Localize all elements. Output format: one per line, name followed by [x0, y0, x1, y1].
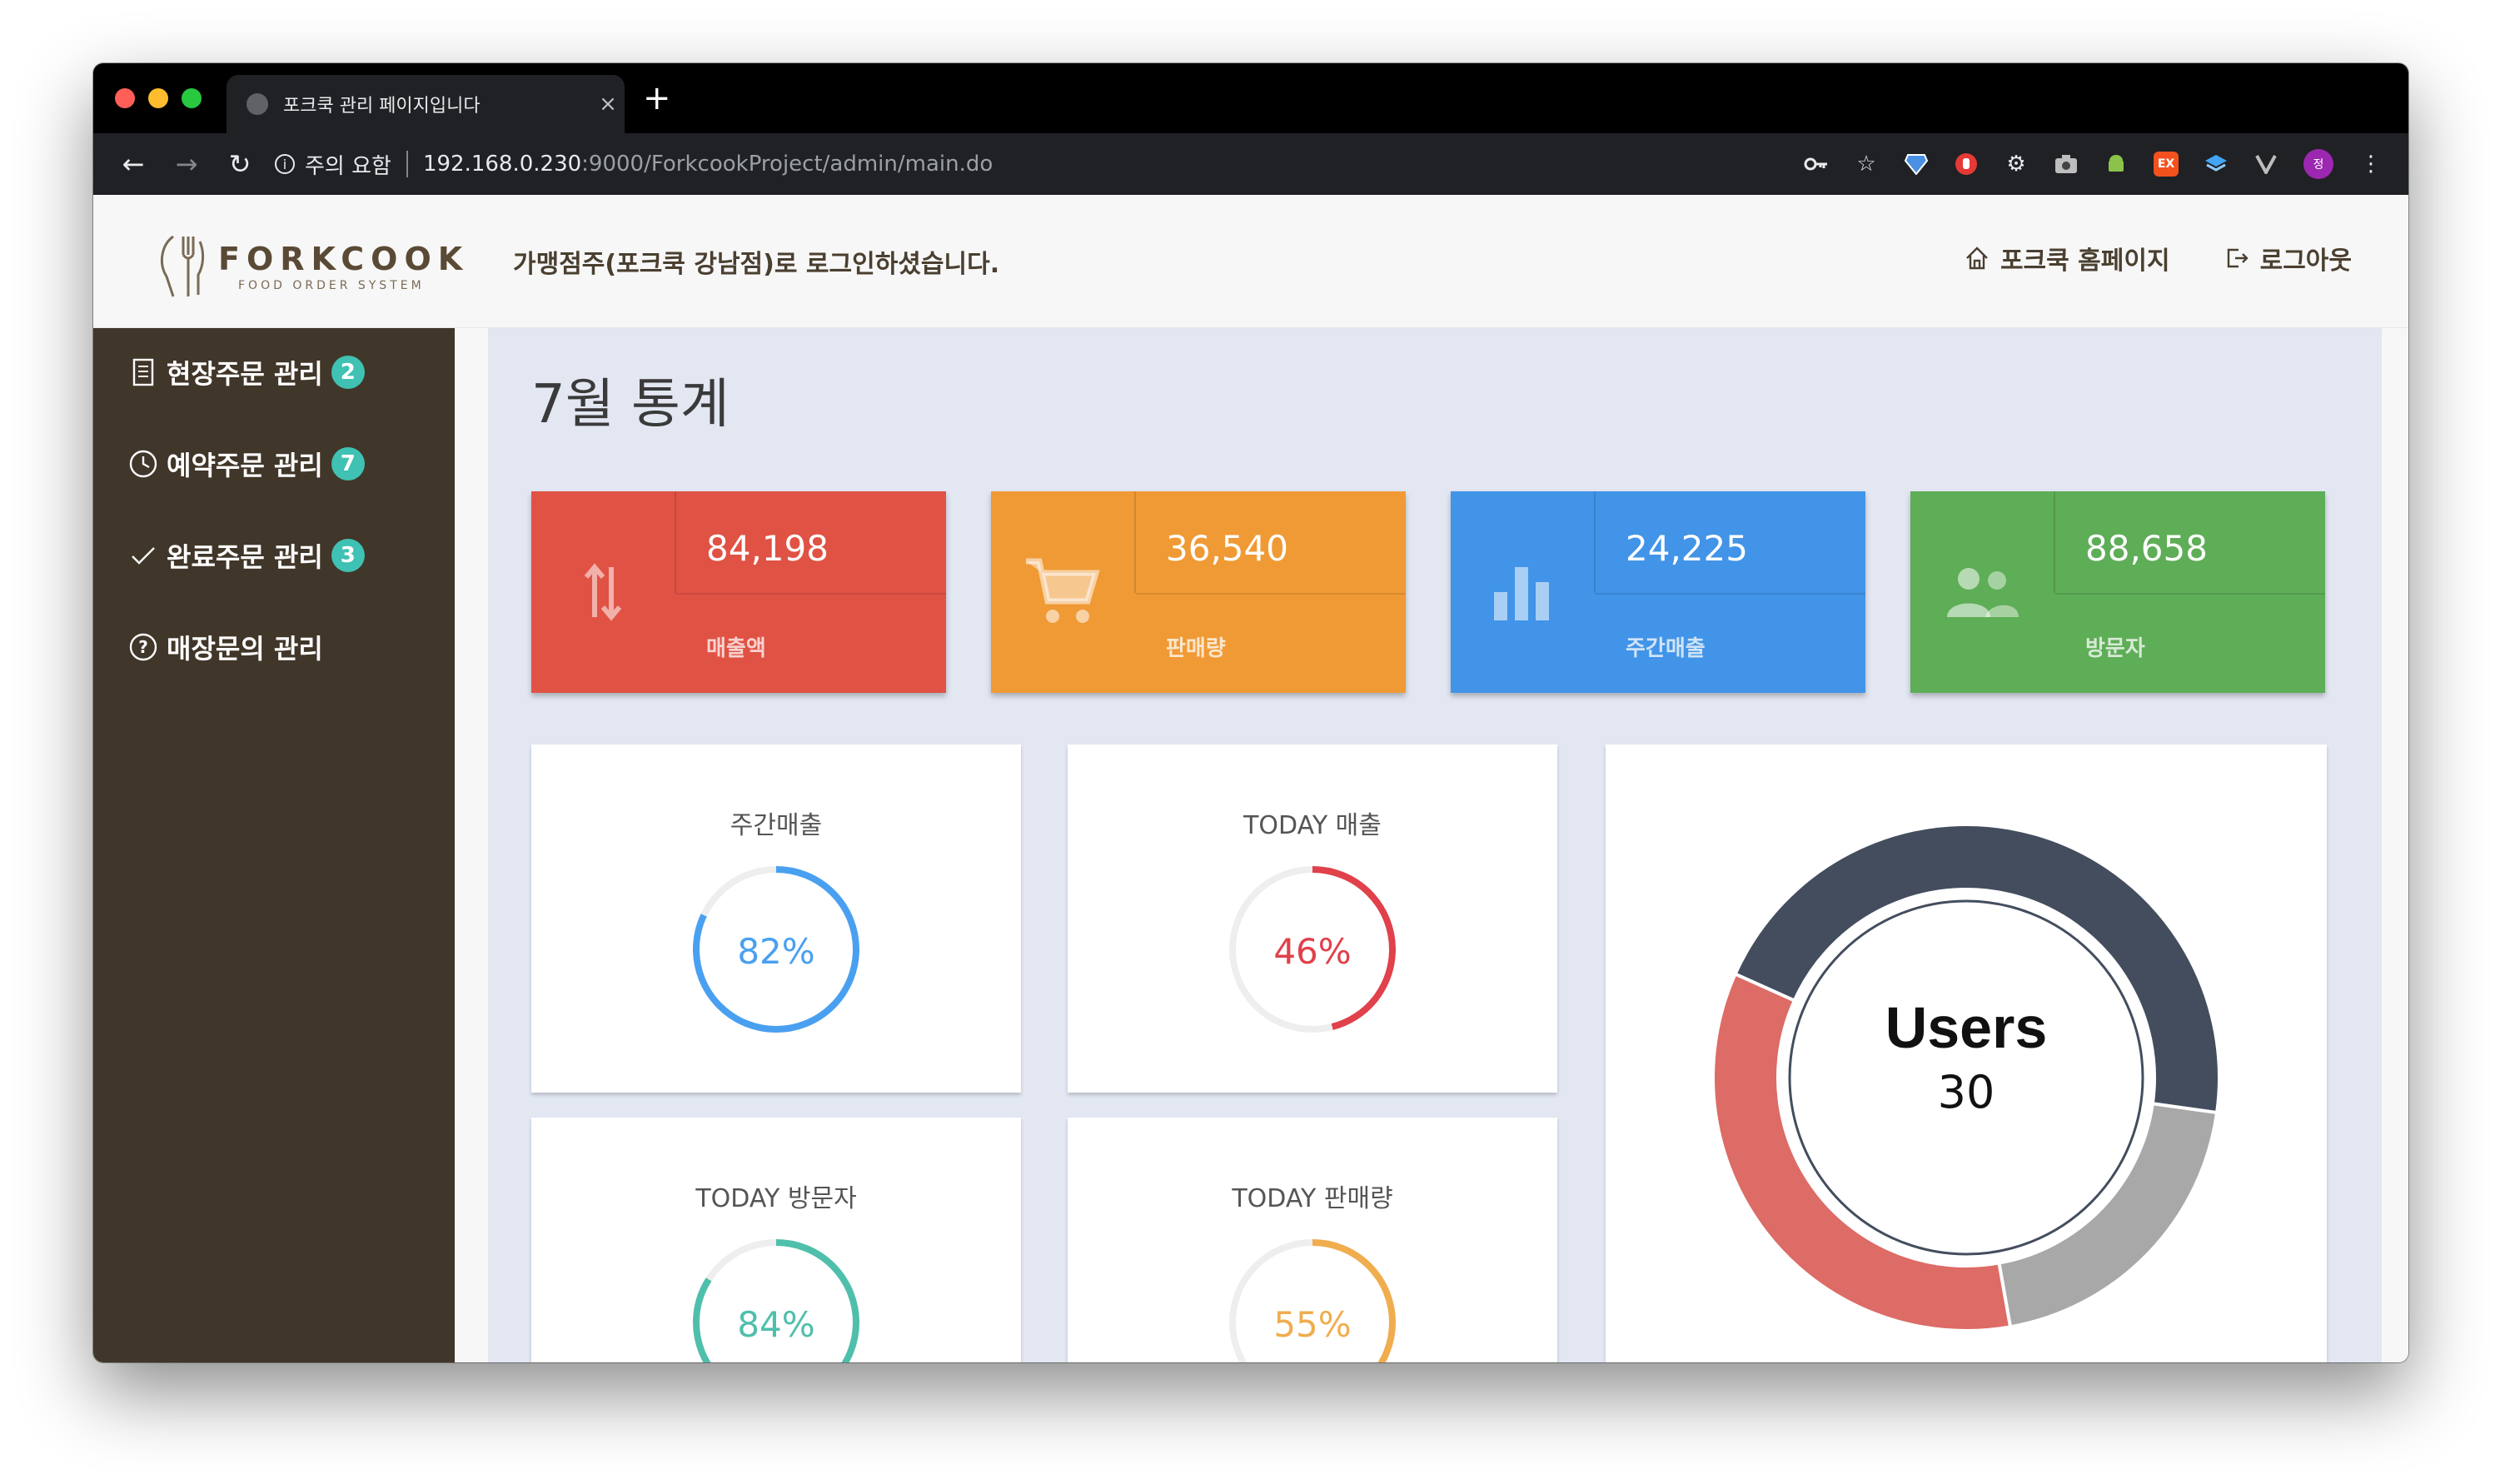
- sidebar-item-label: 완료주문 관리: [167, 541, 323, 573]
- count-badge: 3: [331, 539, 365, 572]
- page: FORKCOOK FOOD ORDER SYSTEM 가맹점주(포크쿡 강남점)…: [93, 195, 2408, 1362]
- stat-value: 24,225: [1626, 528, 1748, 569]
- clock-icon: [128, 449, 158, 479]
- tab-bar: 포크쿡 관리 페이지입니다 × +: [93, 63, 2408, 133]
- tab-title: 포크쿡 관리 페이지입니다: [283, 96, 481, 117]
- android-extension-icon[interactable]: [2104, 152, 2129, 177]
- browser-window: 포크쿡 관리 페이지입니다 × + ← → ↻ i 주의 요함 192.168.…: [93, 63, 2408, 1362]
- users-label: Users: [1885, 995, 2048, 1060]
- arrows-updown-icon: [531, 491, 675, 693]
- logout-link-label: 로그아웃: [2259, 247, 2352, 276]
- cart-icon: [991, 491, 1134, 693]
- sidebar-item-onsite-orders[interactable]: 현장주문 관리 2: [128, 353, 365, 391]
- gauge-title: 주간매출: [730, 811, 823, 840]
- login-message: 가맹점주(포크쿡 강남점)로 로그인하셨습니다.: [513, 250, 1000, 279]
- stat-card-sales-amount[interactable]: 84,198 매출액: [531, 491, 946, 693]
- profile-avatar[interactable]: 정: [2303, 149, 2333, 179]
- back-arrow-icon[interactable]: ←: [107, 148, 160, 180]
- gear-extension-icon[interactable]: ⚙: [2004, 152, 2029, 177]
- users-count: 30: [1937, 1066, 1995, 1118]
- ex-extension-icon[interactable]: EX: [2154, 152, 2179, 177]
- security-label: 주의 요함: [305, 153, 391, 179]
- gauge-title: TODAY 판매량: [1232, 1184, 1393, 1213]
- sidebar-item-label: 예약주문 관리: [167, 450, 323, 481]
- question-icon: ?: [128, 632, 158, 662]
- forkcook-logo[interactable]: FORKCOOK FOOD ORDER SYSTEM: [155, 233, 469, 300]
- browser-toolbar: ← → ↻ i 주의 요함 192.168.0.230:9000/Forkcoo…: [93, 133, 2408, 195]
- stat-card-visitors[interactable]: 88,658 방문자: [1910, 491, 2325, 693]
- browser-tab[interactable]: 포크쿡 관리 페이지입니다 ×: [227, 75, 625, 133]
- count-badge: 7: [331, 447, 365, 481]
- url-host: 192.168.0.230: [422, 152, 582, 177]
- address-bar[interactable]: i 주의 요함 192.168.0.230:9000/ForkcookProje…: [275, 141, 993, 187]
- sidebar-item-completed-orders[interactable]: 완료주문 관리 3: [128, 536, 365, 575]
- header-links: 포크쿡 홈페이지 로그아웃: [1964, 240, 2352, 276]
- hand-extension-icon[interactable]: [1954, 152, 1979, 177]
- count-badge: 2: [331, 356, 365, 389]
- homepage-link[interactable]: 포크쿡 홈페이지: [1964, 240, 2170, 276]
- sidebar-item-reservation-orders[interactable]: 예약주문 관리 7: [128, 445, 365, 483]
- maximize-window-button[interactable]: [182, 88, 202, 108]
- stat-label: 판매량: [1166, 636, 1226, 661]
- minimize-window-button[interactable]: [148, 88, 168, 108]
- gauge-card-today-sales: TODAY 매출 46%: [1068, 744, 1557, 1093]
- star-icon[interactable]: ☆: [1854, 152, 1879, 177]
- sidebar-item-label: 현장주문 관리: [167, 358, 323, 390]
- fork-logo-icon: [160, 235, 205, 297]
- stat-label: 주간매출: [1626, 636, 1706, 661]
- gauge-percent: 82%: [737, 931, 815, 972]
- info-icon[interactable]: i: [275, 154, 295, 174]
- site-header: FORKCOOK FOOD ORDER SYSTEM 가맹점주(포크쿡 강남점)…: [93, 195, 2408, 328]
- document-icon: [128, 357, 158, 387]
- sidebar: 현장주문 관리 2 예약주문 관리 7 완료주문 관리 3 ? 매장문의 관리: [93, 328, 455, 1362]
- gauge-card-today-visitors: TODAY 방문자 84%: [531, 1118, 1021, 1362]
- gauge-percent: 84%: [737, 1304, 815, 1345]
- users-donut-card: Users 30: [1606, 744, 2327, 1362]
- homepage-link-label: 포크쿡 홈페이지: [2000, 247, 2170, 276]
- url-path: :9000/ForkcookProject/admin/main.do: [581, 152, 994, 177]
- diamond-extension-icon[interactable]: [1904, 152, 1929, 177]
- check-icon: [128, 540, 158, 570]
- v-extension-icon[interactable]: [2253, 152, 2278, 177]
- bar-chart-icon: [1451, 491, 1594, 693]
- reload-icon[interactable]: ↻: [213, 148, 266, 180]
- logo-name: FORKCOOK: [218, 241, 470, 277]
- gauge-title: TODAY 방문자: [695, 1184, 857, 1213]
- stat-label: 매출액: [706, 636, 766, 661]
- tab-close-icon[interactable]: ×: [591, 92, 625, 117]
- stat-label: 방문자: [2085, 636, 2145, 661]
- gauge-card-today-sales-volume: TODAY 판매량 55%: [1068, 1118, 1557, 1362]
- donut-segment: [1997, 1102, 2219, 1329]
- users-icon: [1910, 491, 2054, 693]
- logo-subtitle: FOOD ORDER SYSTEM: [238, 279, 425, 292]
- stat-value: 36,540: [1166, 528, 1288, 569]
- page-title: 7월 통계: [531, 374, 730, 436]
- main-content: 7월 통계 84,198 매출액 36,540 판매량 24,225 주간매출 …: [488, 328, 2382, 1362]
- sidebar-item-label: 매장문의 관리: [167, 633, 323, 665]
- home-icon: [1966, 247, 1988, 270]
- globe-icon: [247, 93, 268, 115]
- camera-extension-icon[interactable]: [2054, 152, 2079, 177]
- gauge-title: TODAY 매출: [1243, 811, 1382, 840]
- svg-text:?: ?: [138, 637, 148, 657]
- url-divider: [406, 151, 408, 177]
- extension-icons: ☆ ⚙ EX 정 ⋮: [1804, 133, 2383, 195]
- logout-link[interactable]: 로그아웃: [2224, 240, 2352, 276]
- gauge-percent: 55%: [1273, 1304, 1352, 1345]
- stat-value: 84,198: [706, 528, 829, 569]
- logout-icon: [2227, 248, 2249, 268]
- stat-card-weekly-sales[interactable]: 24,225 주간매출: [1451, 491, 1865, 693]
- layers-extension-icon[interactable]: [2204, 152, 2229, 177]
- new-tab-button[interactable]: +: [643, 82, 671, 115]
- stat-card-sales-volume[interactable]: 36,540 판매량: [991, 491, 1406, 693]
- key-icon[interactable]: [1804, 152, 1829, 177]
- gauge-percent: 46%: [1273, 931, 1352, 972]
- stat-value: 88,658: [2085, 528, 2208, 569]
- kebab-menu-icon[interactable]: ⋮: [2358, 152, 2383, 177]
- sidebar-item-store-inquiries[interactable]: ? 매장문의 관리: [128, 628, 323, 666]
- forward-arrow-icon[interactable]: →: [160, 148, 213, 180]
- gauge-card-weekly-sales: 주간매출 82%: [531, 744, 1021, 1093]
- close-window-button[interactable]: [115, 88, 135, 108]
